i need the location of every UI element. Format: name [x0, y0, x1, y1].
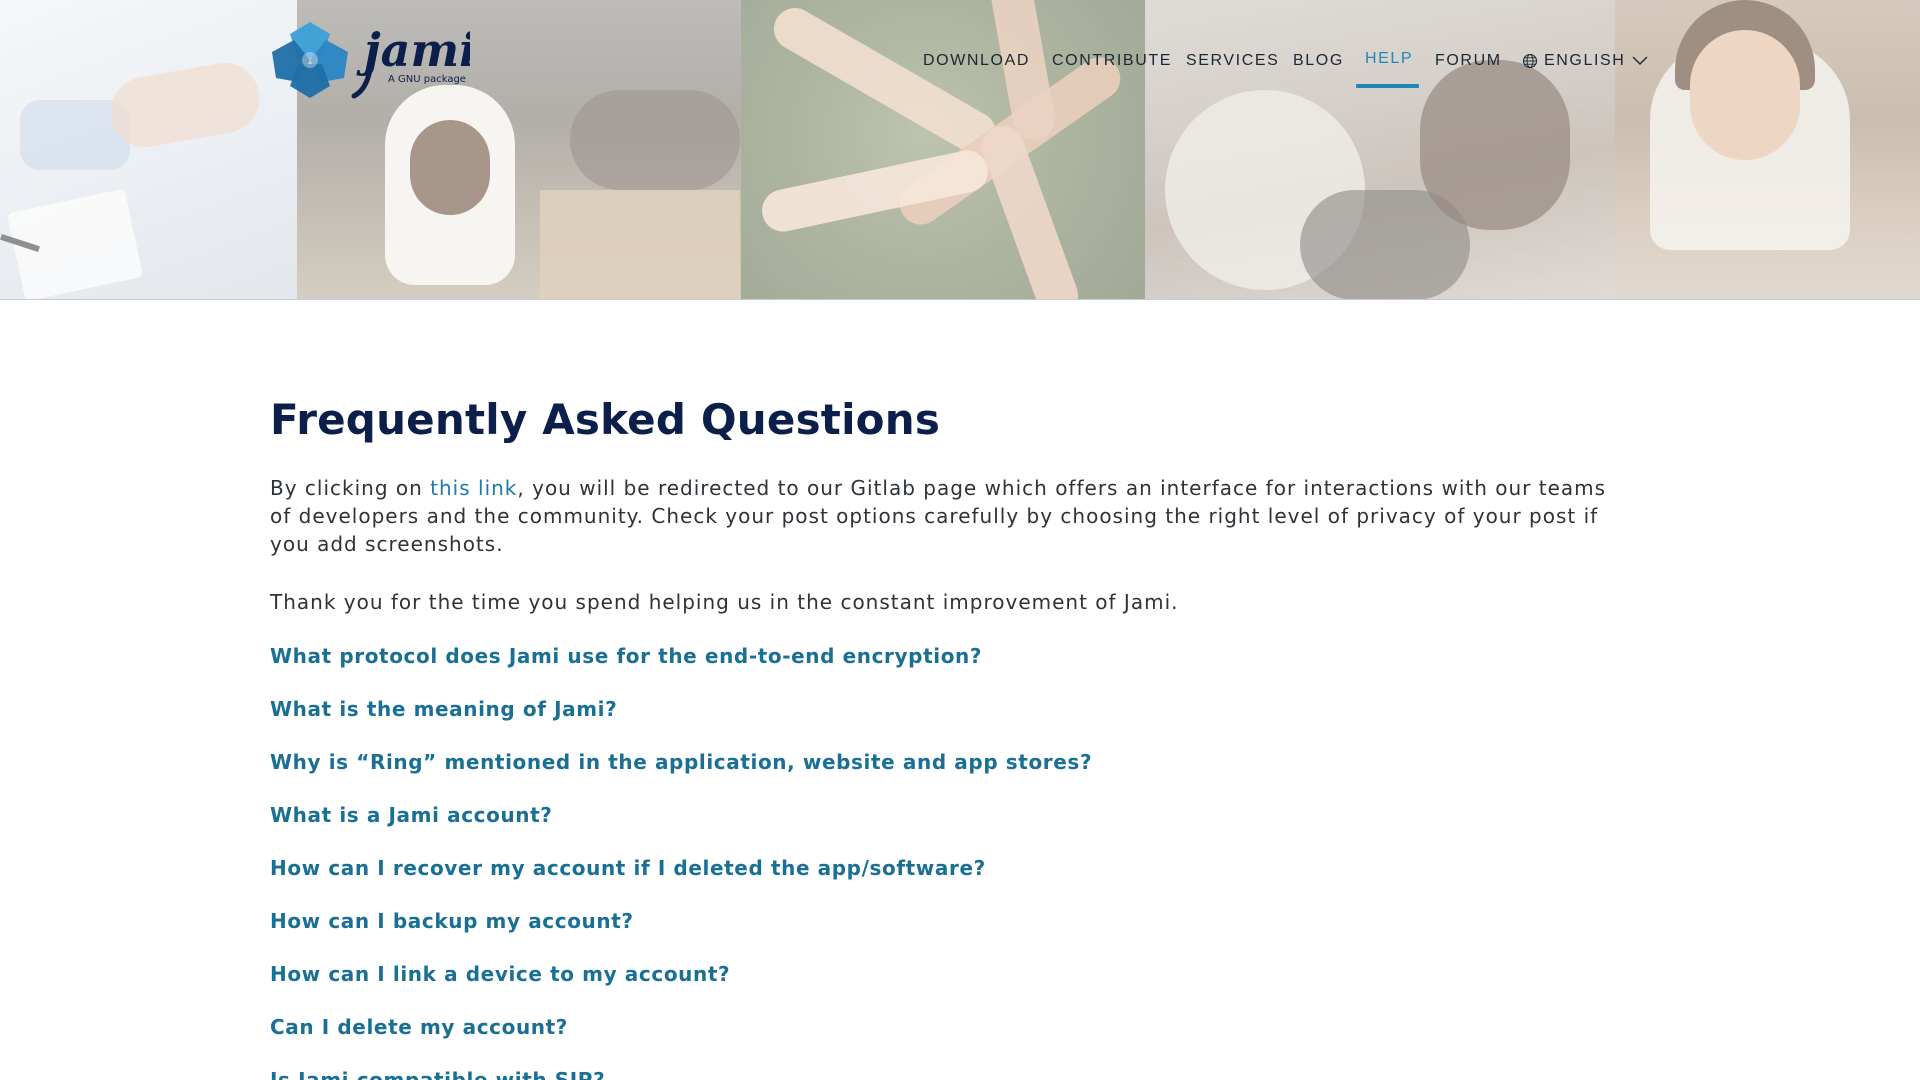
faq-item[interactable]: Is Jami compatible with SIP?	[270, 1066, 1610, 1080]
faq-list: What protocol does Jami use for the end-…	[270, 642, 1610, 1080]
nav-help[interactable]: HELP	[1365, 50, 1413, 68]
nav-contribute[interactable]: CONTRIBUTE	[1052, 52, 1172, 70]
faq-item[interactable]: Can I delete my account?	[270, 1013, 1610, 1066]
faq-item[interactable]: What is the meaning of Jami?	[270, 695, 1610, 748]
language-selector[interactable]: ENGLISH	[1522, 52, 1649, 70]
nav-services[interactable]: SERVICES	[1186, 52, 1279, 70]
nav-forum[interactable]: FORUM	[1435, 52, 1502, 70]
faq-item[interactable]: How can I link a device to my account?	[270, 960, 1610, 1013]
faq-content: Frequently Asked Questions By clicking o…	[270, 395, 1610, 1080]
main-nav: DOWNLOAD CONTRIBUTE SERVICES BLOG HELP F…	[0, 46, 1920, 90]
nav-download[interactable]: DOWNLOAD	[923, 52, 1030, 70]
page-title: Frequently Asked Questions	[270, 395, 941, 444]
faq-item[interactable]: What is a Jami account?	[270, 801, 1610, 854]
faq-item[interactable]: Why is “Ring” mentioned in the applicati…	[270, 748, 1610, 801]
chevron-down-icon	[1632, 56, 1648, 65]
faq-item[interactable]: How can I backup my account?	[270, 907, 1610, 960]
language-label: ENGLISH	[1544, 52, 1626, 69]
intro-paragraph: By clicking on this link, you will be re…	[270, 476, 1607, 556]
globe-icon	[1522, 53, 1538, 69]
gitlab-link[interactable]: this link	[430, 476, 517, 500]
faq-item[interactable]: What protocol does Jami use for the end-…	[270, 642, 1610, 695]
nav-active-underline	[1356, 84, 1419, 88]
nav-blog[interactable]: BLOG	[1293, 52, 1344, 70]
faq-item[interactable]: How can I recover my account if I delete…	[270, 854, 1610, 907]
thanks-paragraph: Thank you for the time you spend helping…	[270, 590, 1179, 614]
